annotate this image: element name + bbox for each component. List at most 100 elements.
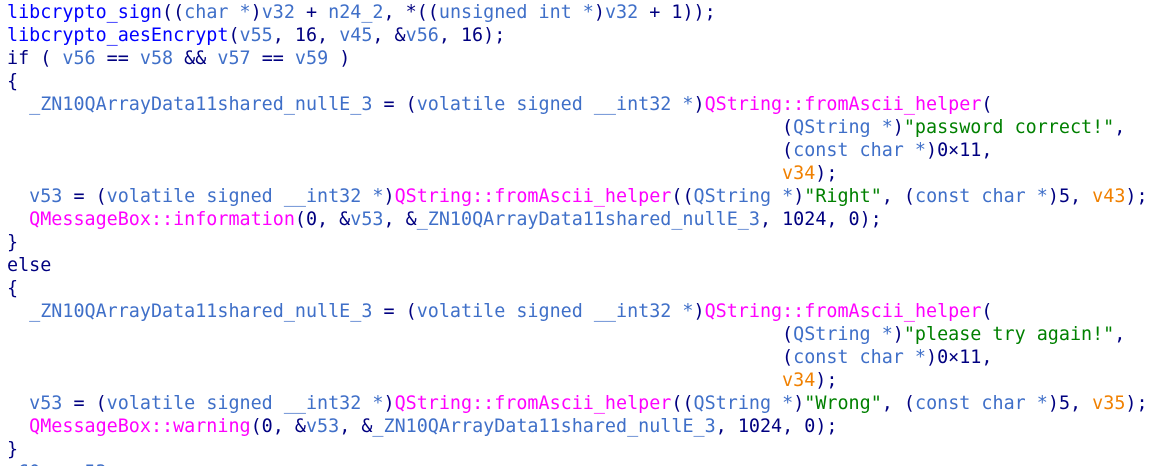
code-line[interactable]: if ( v56 == v58 && v57 == v59 ) — [7, 47, 1157, 70]
type-cast: unsigned int * — [438, 2, 594, 23]
code-line[interactable]: libcrypto_sign((char *)v32 + n24_2, *((u… — [7, 1, 1157, 24]
local-variable[interactable]: v58 — [140, 48, 173, 69]
local-variable[interactable]: v32 — [605, 2, 638, 23]
code-line[interactable]: (const char *)0×11, — [7, 139, 1157, 162]
code-line[interactable]: v60 = v53; — [7, 461, 1157, 466]
argument-variable[interactable]: v34 — [782, 370, 815, 391]
code-line[interactable]: else — [7, 254, 1157, 277]
type-cast: volatile signed __int32 * — [416, 94, 694, 115]
code-token: ) — [793, 186, 805, 207]
code-token: ); — [1125, 393, 1148, 414]
code-token: ) — [892, 117, 904, 138]
code-token: , & — [372, 25, 406, 46]
code-line[interactable]: _ZN10QArrayData11shared_nullE_3 = (volat… — [7, 300, 1157, 323]
code-token: (0, & — [250, 416, 306, 437]
argument-variable[interactable]: v34 — [782, 163, 815, 184]
local-variable[interactable]: v56 — [62, 48, 95, 69]
code-token: ( — [782, 347, 794, 368]
code-token: ) — [250, 2, 262, 23]
local-variable[interactable]: v59 — [295, 48, 328, 69]
code-line[interactable]: (QString *)"password correct!", — [7, 116, 1157, 139]
code-line[interactable]: } — [7, 231, 1157, 254]
argument-variable[interactable]: v43 — [1092, 186, 1125, 207]
code-token: , & — [339, 416, 373, 437]
code-line[interactable]: v53 = (volatile signed __int32 *)QString… — [7, 185, 1157, 208]
code-token: , ( — [881, 393, 915, 414]
local-variable[interactable]: v53 — [350, 209, 383, 230]
local-variable[interactable]: _ZN10QArrayData11shared_nullE_3 — [372, 416, 715, 437]
code-line[interactable]: v34); — [7, 369, 1157, 392]
local-variable[interactable]: _ZN10QArrayData11shared_nullE_3 — [417, 209, 760, 230]
code-token: if ( — [7, 48, 63, 69]
function-name[interactable]: libcrypto_sign — [7, 2, 162, 23]
type-cast: const char * — [915, 393, 1048, 414]
local-variable[interactable]: v32 — [262, 2, 295, 23]
imported-function-name[interactable]: QString::fromAscii_helper — [395, 393, 672, 414]
code-token: ); — [815, 370, 838, 391]
code-token: ) — [693, 301, 705, 322]
function-name[interactable]: libcrypto_aesEncrypt — [7, 25, 228, 46]
code-line[interactable]: _ZN10QArrayData11shared_nullE_3 = (volat… — [7, 93, 1157, 116]
local-variable[interactable]: _ZN10QArrayData11shared_nullE_3 — [29, 301, 372, 322]
string-literal: "Right" — [804, 186, 882, 207]
code-line[interactable]: } — [7, 438, 1157, 461]
code-token: (( — [671, 186, 694, 207]
local-variable[interactable]: n24_2 — [328, 2, 383, 23]
code-token: { — [7, 278, 19, 299]
imported-function-name[interactable]: QString::fromAscii_helper — [395, 186, 672, 207]
string-literal: "password correct!" — [903, 117, 1115, 138]
code-token: == — [250, 48, 295, 69]
local-variable[interactable]: v56 — [406, 25, 439, 46]
local-variable[interactable]: v53 — [29, 393, 62, 414]
code-line[interactable]: v53 = (volatile signed __int32 *)QString… — [7, 392, 1157, 415]
local-variable[interactable]: v53 — [73, 462, 106, 466]
code-token: , 1024, 0); — [715, 416, 838, 437]
code-token: } — [7, 439, 19, 460]
local-variable[interactable]: _ZN10QArrayData11shared_nullE_3 — [29, 94, 372, 115]
code-line[interactable]: libcrypto_aesEncrypt(v55, 16, v45, &v56,… — [7, 24, 1157, 47]
code-line[interactable]: QMessageBox::warning(0, &v53, &_ZN10QArr… — [7, 415, 1157, 438]
code-token: ( — [981, 94, 993, 115]
imported-function-name[interactable]: QString::fromAscii_helper — [705, 94, 982, 115]
code-line[interactable]: v34); — [7, 162, 1157, 185]
local-variable[interactable]: v57 — [217, 48, 250, 69]
imported-function-name[interactable]: QString::fromAscii_helper — [705, 301, 982, 322]
code-line[interactable]: (QString *)"please try again!", — [7, 323, 1157, 346]
code-token: + 1)); — [638, 2, 716, 23]
code-token: , — [1114, 117, 1126, 138]
type-cast: const char * — [915, 186, 1048, 207]
code-line[interactable]: { — [7, 70, 1157, 93]
code-line[interactable]: { — [7, 277, 1157, 300]
local-variable[interactable]: v60 — [7, 462, 40, 466]
local-variable[interactable]: v53 — [306, 416, 339, 437]
type-cast: volatile signed __int32 * — [416, 301, 694, 322]
imported-function-name[interactable]: QMessageBox::warning — [29, 416, 250, 437]
code-token: (0, & — [294, 209, 351, 230]
code-token: , ( — [881, 186, 915, 207]
code-token: } — [7, 232, 19, 253]
code-token: ); — [815, 163, 838, 184]
code-token: { — [7, 71, 19, 92]
imported-function-name[interactable]: QMessageBox::information — [29, 209, 295, 230]
code-token: + — [294, 2, 329, 23]
code-line[interactable]: QMessageBox::information(0, &v53, &_ZN10… — [7, 208, 1157, 231]
type-cast: char * — [184, 2, 251, 23]
code-token: ) — [793, 393, 805, 414]
code-token: )0×11, — [926, 140, 993, 161]
code-line[interactable]: (const char *)0×11, — [7, 346, 1157, 369]
pseudocode-view[interactable]: libcrypto_sign((char *)v32 + n24_2, *((u… — [7, 1, 1157, 466]
local-variable[interactable]: v45 — [339, 25, 372, 46]
local-variable[interactable]: v53 — [29, 186, 62, 207]
local-variable[interactable]: v55 — [240, 25, 273, 46]
type-cast: volatile signed __int32 * — [106, 393, 384, 414]
argument-variable[interactable]: v35 — [1092, 393, 1125, 414]
